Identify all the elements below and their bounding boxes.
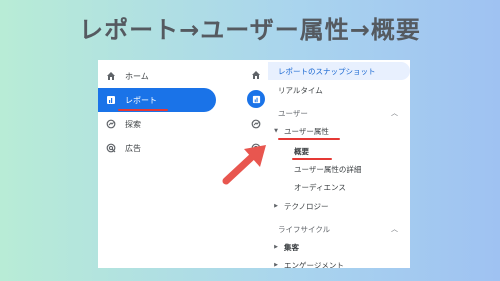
- subnav-snapshot-label: レポートのスナップショット: [278, 66, 376, 76]
- subnav-demographics-label: ユーザー属性: [284, 126, 329, 136]
- caret-down-icon: ▼: [274, 128, 278, 134]
- caret-right-icon: ▶: [274, 262, 278, 268]
- nav-item-home[interactable]: ホーム: [98, 64, 216, 88]
- nav-item-label: 探索: [125, 119, 141, 129]
- nav-item-label: ホーム: [125, 71, 149, 81]
- subnav-realtime[interactable]: リアルタイム: [268, 81, 410, 99]
- rail-reports-icon[interactable]: [247, 90, 265, 108]
- subnav-realtime-label: リアルタイム: [278, 85, 323, 95]
- nav-item-ads[interactable]: 広告: [98, 136, 216, 160]
- chevron-up-icon: ︿: [391, 225, 398, 233]
- subnav-overview[interactable]: 概要: [268, 142, 410, 160]
- chevron-up-icon: ︿: [391, 109, 398, 117]
- subnav-audiences[interactable]: オーディエンス: [268, 178, 410, 196]
- caret-right-icon: ▶: [274, 244, 278, 250]
- nav-item-label: 広告: [125, 143, 141, 153]
- subnav-engagement[interactable]: ▶ エンゲージメント: [268, 256, 410, 269]
- page-headline: レポート→ユーザー属性→概要: [79, 16, 421, 44]
- demographics-red-underline: [278, 138, 340, 140]
- subnav-details-label: ユーザー属性の詳細: [294, 164, 362, 174]
- reports-red-underline: [118, 109, 168, 111]
- subnav-demographic-details[interactable]: ユーザー属性の詳細: [268, 160, 410, 178]
- reports-subnav: レポートのスナップショット リアルタイム ユーザー ︿ ▼ ユーザー属性 概要 …: [268, 60, 410, 268]
- nav-item-label: レポート: [125, 95, 157, 105]
- bar-chart-icon: [104, 93, 118, 107]
- caret-right-icon: ▶: [274, 203, 278, 209]
- subnav-audiences-label: オーディエンス: [294, 182, 346, 192]
- red-pointer-arrow-icon: [222, 145, 266, 185]
- section-label: ライフサイクル: [278, 224, 331, 234]
- home-icon: [104, 69, 118, 83]
- subnav-user-section[interactable]: ユーザー ︿: [268, 104, 410, 122]
- subnav-snapshot[interactable]: レポートのスナップショット: [268, 62, 410, 80]
- nav-item-explore[interactable]: 探索: [98, 112, 216, 136]
- subnav-acquisition-label: 集客: [284, 242, 299, 252]
- subnav-tech[interactable]: ▶ テクノロジー: [268, 197, 410, 215]
- subnav-tech-label: テクノロジー: [284, 201, 329, 211]
- subnav-acquisition[interactable]: ▶ 集客: [268, 238, 410, 256]
- ads-icon: [104, 141, 118, 155]
- rail-home-icon[interactable]: [247, 66, 265, 84]
- subnav-overview-label: 概要: [294, 146, 309, 156]
- explore-icon: [104, 117, 118, 131]
- subnav-engagement-label: エンゲージメント: [284, 260, 344, 269]
- rail-explore-icon[interactable]: [247, 115, 265, 133]
- section-label: ユーザー: [278, 108, 308, 118]
- subnav-lifecycle-section[interactable]: ライフサイクル ︿: [268, 220, 410, 238]
